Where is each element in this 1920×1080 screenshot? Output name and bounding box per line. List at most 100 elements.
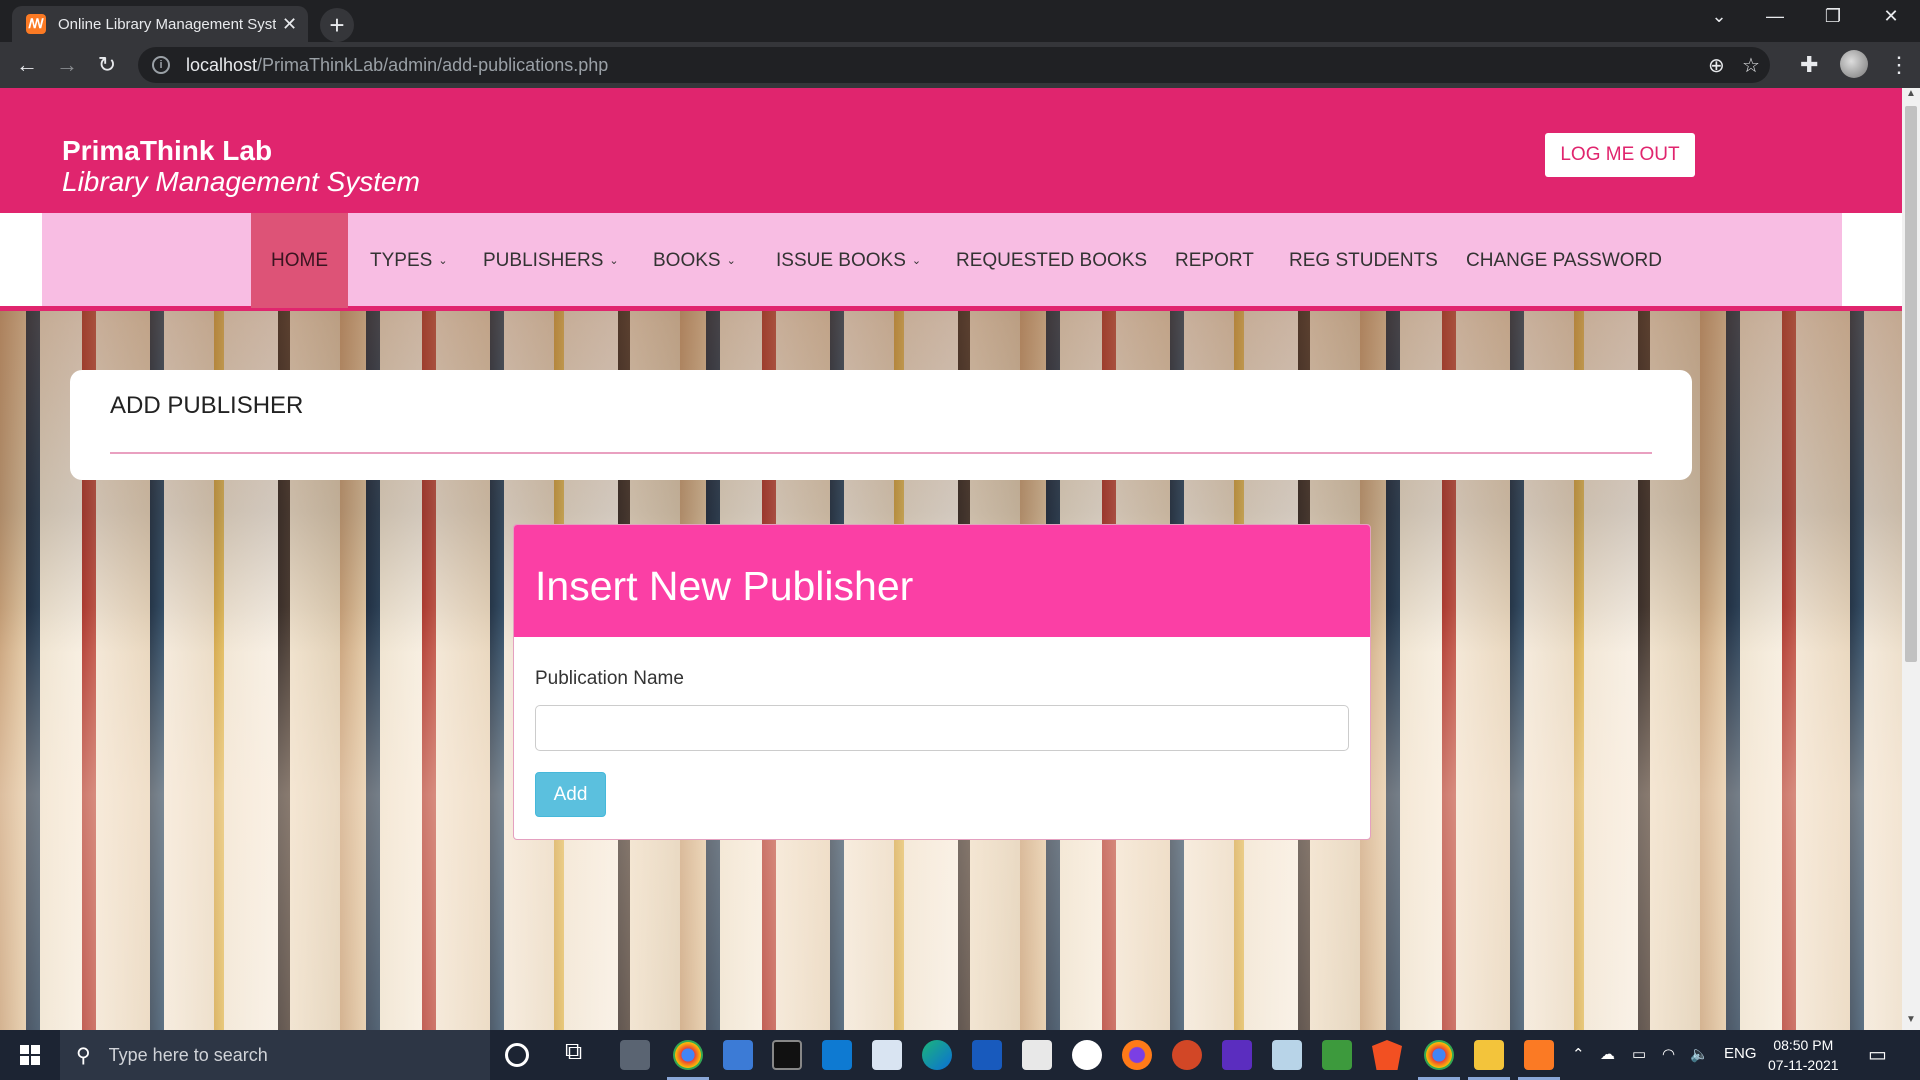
file-explorer-app-icon[interactable]	[1468, 1040, 1510, 1080]
extensions-puzzle-icon[interactable]: ✚	[1800, 52, 1818, 78]
taskbar-clock[interactable]: 08:50 PM 07-11-2021	[1768, 1035, 1839, 1075]
brand-title: PrimaThink Lab	[62, 135, 273, 166]
nav-reg-students[interactable]: REG STUDENTS	[1289, 213, 1438, 308]
clock-date: 07-11-2021	[1768, 1057, 1839, 1073]
nav-publishers-label: PUBLISHERS	[483, 249, 604, 271]
chevron-down-icon: ⌄	[609, 255, 619, 267]
camera-app-icon[interactable]	[1022, 1040, 1052, 1070]
close-tab-icon[interactable]: ✕	[282, 14, 297, 35]
add-button[interactable]: Add	[535, 772, 606, 817]
site-info-icon[interactable]: i	[152, 56, 170, 74]
edge-app-icon[interactable]	[922, 1040, 952, 1070]
search-placeholder: Type here to search	[108, 1044, 268, 1065]
taskbar-search[interactable]: ⚲ Type here to search	[60, 1030, 490, 1080]
task-view-icon[interactable]: ⧉	[565, 1038, 595, 1068]
close-window-button[interactable]: ✕	[1876, 6, 1906, 27]
browser-toolbar: ← → ↻ i localhost/PrimaThinkLab/admin/ad…	[0, 42, 1920, 88]
scroll-down-icon[interactable]: ▼	[1902, 1014, 1920, 1030]
nav-report-label: REPORT	[1175, 249, 1254, 271]
page-heading-card: ADD PUBLISHER	[70, 370, 1692, 480]
profile-avatar[interactable]	[1840, 50, 1868, 78]
battery-icon[interactable]: ▭	[1632, 1045, 1646, 1063]
nav-change-password[interactable]: CHANGE PASSWORD	[1466, 213, 1662, 308]
word-app-icon[interactable]	[972, 1040, 1002, 1070]
insert-publisher-panel: Insert New Publisher Publication Name Ad…	[513, 524, 1371, 840]
start-button[interactable]	[0, 1030, 60, 1080]
notepad-app-icon[interactable]	[872, 1040, 902, 1070]
page-title: ADD PUBLISHER	[110, 392, 304, 419]
amazon-music-app-icon[interactable]	[1222, 1040, 1252, 1070]
clock-time: 08:50 PM	[1773, 1037, 1834, 1053]
publication-name-input[interactable]	[535, 705, 1349, 751]
tab-search-chevron-icon[interactable]: ⌄	[1704, 6, 1734, 27]
xampp-favicon-icon: ꟿ	[26, 14, 46, 34]
panel-title: Insert New Publisher	[535, 563, 914, 609]
nav-home-label: HOME	[271, 249, 328, 271]
firefox-app-icon[interactable]	[1122, 1040, 1152, 1070]
site-header: PrimaThink Lab Library Management System…	[0, 88, 1902, 213]
vscode-app-icon[interactable]	[822, 1040, 852, 1070]
chrome-app-icon[interactable]	[667, 1040, 709, 1080]
bookmark-star-icon[interactable]: ☆	[1742, 53, 1760, 78]
nav-publishers[interactable]: PUBLISHERS ⌄	[483, 213, 619, 308]
page-scrollbar[interactable]: ▲ ▼	[1902, 88, 1920, 1030]
powerpoint-app-icon[interactable]	[1172, 1040, 1202, 1070]
onedrive-icon[interactable]: ☁	[1600, 1045, 1615, 1063]
windows-taskbar: ⚲ Type here to search ⧉ ⌃ ☁ ▭ ◠ 🔈 ENG 08…	[0, 1030, 1920, 1080]
terminal-app-icon[interactable]	[772, 1040, 802, 1070]
nav-types-label: TYPES	[370, 249, 433, 271]
nav-reg-students-label: REG STUDENTS	[1289, 249, 1438, 271]
nav-books-label: BOOKS	[653, 249, 721, 271]
reload-icon[interactable]: ↻	[92, 50, 122, 80]
url-path: /PrimaThinkLab/admin/add-publications.ph…	[257, 54, 609, 75]
panel-header: Insert New Publisher	[514, 525, 1370, 637]
scroll-up-icon[interactable]: ▲	[1902, 88, 1920, 104]
publication-name-label: Publication Name	[535, 668, 684, 689]
nav-requested-books[interactable]: REQUESTED BOOKS	[956, 213, 1147, 308]
notes-app-icon[interactable]	[1272, 1040, 1302, 1070]
sheets-app-icon[interactable]	[1322, 1040, 1352, 1070]
chrome-menu-icon[interactable]: ⋮	[1888, 52, 1910, 78]
notifications-icon[interactable]: ▭	[1868, 1042, 1887, 1067]
chrome-profile-app-icon[interactable]	[1418, 1040, 1460, 1080]
url-text[interactable]: localhost/PrimaThinkLab/admin/add-public…	[186, 55, 608, 76]
nav-issue-books[interactable]: ISSUE BOOKS ⌄	[776, 213, 921, 308]
forward-arrow-icon[interactable]: →	[52, 50, 82, 80]
laptop-app-icon[interactable]	[723, 1040, 753, 1070]
volume-icon[interactable]: 🔈	[1690, 1045, 1709, 1063]
nav-issue-books-label: ISSUE BOOKS	[776, 249, 906, 271]
nav-books[interactable]: BOOKS ⌄	[653, 213, 736, 308]
new-tab-button[interactable]: +	[320, 8, 354, 42]
nav-requested-books-label: REQUESTED BOOKS	[956, 249, 1148, 271]
nav-home[interactable]: HOME	[251, 213, 348, 308]
nav-types[interactable]: TYPES ⌄	[370, 213, 448, 308]
address-bar[interactable]: i localhost/PrimaThinkLab/admin/add-publ…	[138, 47, 1770, 83]
browser-tab[interactable]: ꟿ Online Library Management System ✕	[12, 6, 308, 42]
back-arrow-icon[interactable]: ←	[12, 50, 42, 80]
search-icon: ⚲	[76, 1044, 91, 1067]
heading-divider	[110, 452, 1652, 454]
zoom-icon[interactable]: ⊕	[1708, 53, 1725, 78]
xampp-app-icon[interactable]	[1518, 1040, 1560, 1080]
scrollbar-thumb[interactable]	[1905, 106, 1917, 662]
page-viewport: PrimaThink Lab Library Management System…	[0, 88, 1902, 1030]
chevron-down-icon: ⌄	[911, 255, 922, 267]
language-indicator[interactable]: ENG	[1724, 1045, 1757, 1062]
wifi-icon[interactable]: ◠	[1662, 1045, 1675, 1063]
nav-report[interactable]: REPORT	[1175, 213, 1254, 308]
nav-change-password-label: CHANGE PASSWORD	[1466, 249, 1663, 271]
minimize-button[interactable]: —	[1760, 6, 1790, 27]
cortana-icon[interactable]	[505, 1043, 529, 1067]
logout-button[interactable]: LOG ME OUT	[1545, 133, 1695, 177]
brave-app-icon[interactable]	[1372, 1040, 1402, 1070]
windows-logo-icon	[20, 1045, 40, 1065]
sql-app-icon[interactable]	[620, 1040, 650, 1070]
tray-chevron-icon[interactable]: ⌃	[1572, 1045, 1585, 1063]
url-host: localhost	[186, 54, 258, 75]
restore-button[interactable]: ❐	[1818, 6, 1848, 27]
tab-title: Online Library Management System	[58, 15, 276, 33]
brand-subtitle: Library Management System	[62, 166, 420, 197]
writer-app-icon[interactable]	[1072, 1040, 1102, 1070]
chevron-down-icon: ⌄	[438, 255, 448, 267]
browser-tab-strip: ꟿ Online Library Management System ✕ + ⌄…	[0, 0, 1920, 42]
